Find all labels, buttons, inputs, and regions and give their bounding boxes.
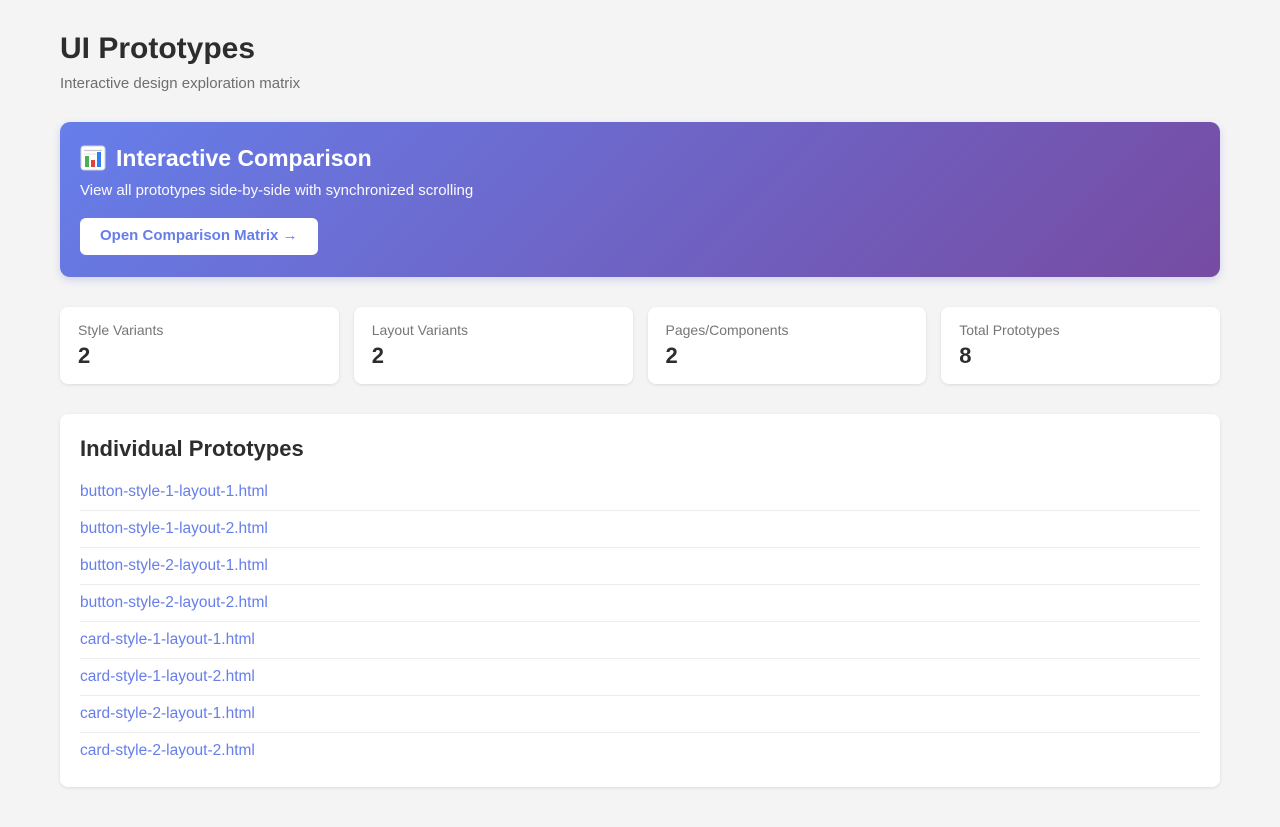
prototype-link[interactable]: card-style-1-layout-1.html	[80, 631, 255, 648]
page-title: UI Prototypes	[60, 32, 1220, 67]
stat-card-style-variants: Style Variants 2	[60, 307, 339, 384]
stat-value: 2	[372, 344, 615, 368]
individual-prototypes-card: Individual Prototypes button-style-1-lay…	[60, 414, 1220, 787]
bar-chart-icon	[80, 145, 106, 171]
stat-label: Total Prototypes	[959, 322, 1202, 338]
prototype-link[interactable]: card-style-1-layout-2.html	[80, 668, 255, 685]
banner-description: View all prototypes side-by-side with sy…	[80, 182, 1200, 199]
prototype-link[interactable]: button-style-1-layout-2.html	[80, 520, 268, 537]
stat-value: 8	[959, 344, 1202, 368]
stat-value: 2	[78, 344, 321, 368]
list-item: card-style-2-layout-2.html	[80, 733, 1200, 769]
stat-label: Layout Variants	[372, 322, 615, 338]
prototype-link[interactable]: button-style-1-layout-1.html	[80, 483, 268, 500]
interactive-comparison-banner: Interactive Comparison View all prototyp…	[60, 122, 1220, 277]
stat-card-layout-variants: Layout Variants 2	[354, 307, 633, 384]
list-item: button-style-2-layout-2.html	[80, 585, 1200, 622]
page: UI Prototypes Interactive design explora…	[0, 0, 1280, 827]
list-item: card-style-1-layout-1.html	[80, 622, 1200, 659]
open-comparison-matrix-button[interactable]: Open Comparison Matrix →	[80, 218, 318, 255]
list-item: button-style-1-layout-2.html	[80, 511, 1200, 548]
stats-row: Style Variants 2 Layout Variants 2 Pages…	[60, 307, 1220, 384]
banner-title-text: Interactive Comparison	[116, 145, 372, 173]
banner-title: Interactive Comparison	[80, 145, 1200, 173]
individual-prototypes-title: Individual Prototypes	[80, 436, 1200, 462]
list-item: button-style-2-layout-1.html	[80, 548, 1200, 585]
stat-value: 2	[666, 344, 909, 368]
stat-label: Pages/Components	[666, 322, 909, 338]
prototype-link[interactable]: card-style-2-layout-2.html	[80, 742, 255, 759]
prototype-list: button-style-1-layout-1.html button-styl…	[80, 474, 1200, 769]
prototype-link[interactable]: button-style-2-layout-1.html	[80, 557, 268, 574]
prototype-link[interactable]: card-style-2-layout-1.html	[80, 705, 255, 722]
stat-card-total-prototypes: Total Prototypes 8	[941, 307, 1220, 384]
list-item: button-style-1-layout-1.html	[80, 474, 1200, 511]
content-container: UI Prototypes Interactive design explora…	[60, 0, 1220, 827]
list-item: card-style-2-layout-1.html	[80, 696, 1200, 733]
list-item: card-style-1-layout-2.html	[80, 659, 1200, 696]
prototype-link[interactable]: button-style-2-layout-2.html	[80, 594, 268, 611]
stat-label: Style Variants	[78, 322, 321, 338]
page-subtitle: Interactive design exploration matrix	[60, 75, 1220, 92]
stat-card-pages-components: Pages/Components 2	[648, 307, 927, 384]
